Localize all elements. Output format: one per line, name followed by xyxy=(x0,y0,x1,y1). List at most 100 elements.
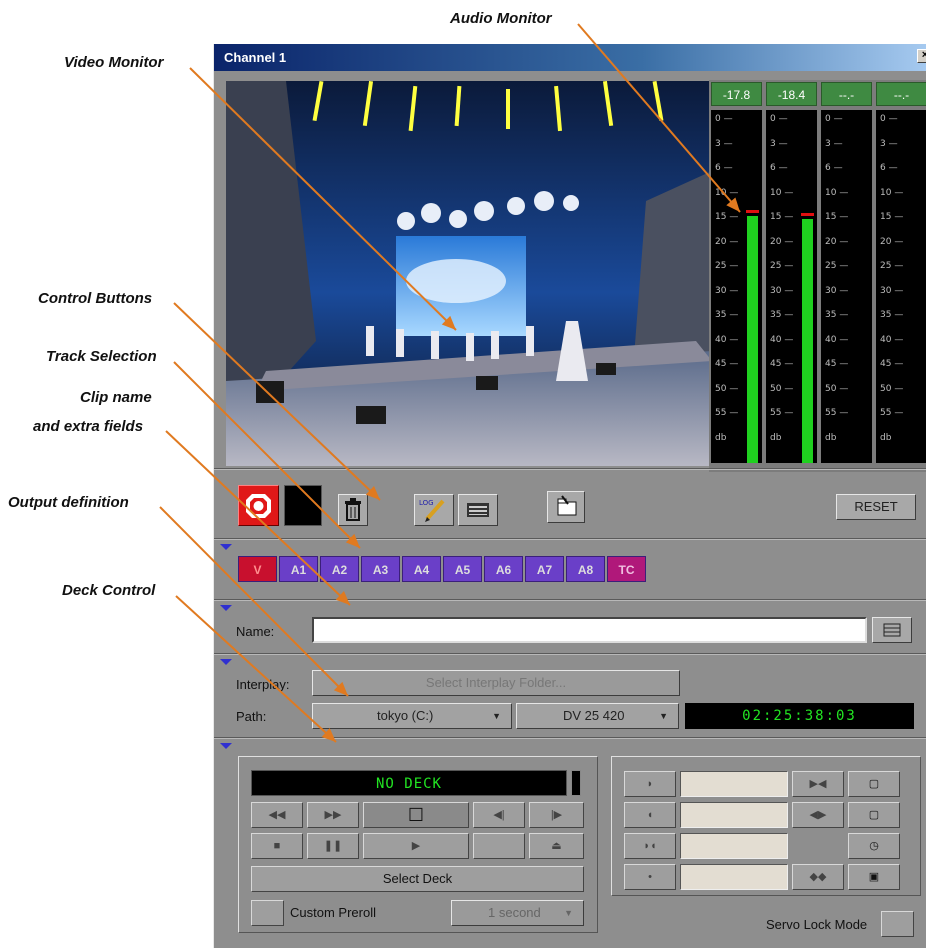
divider xyxy=(214,737,926,739)
meter-tick: 6 — xyxy=(715,163,733,173)
servo-lock-checkbox[interactable] xyxy=(881,911,914,937)
mark-out-timecode-field[interactable] xyxy=(680,802,788,828)
folder-button[interactable] xyxy=(547,491,585,523)
go-to-out-icon[interactable]: ◀▶ xyxy=(792,802,844,828)
mark-clip-timecode-field[interactable] xyxy=(680,833,788,859)
record-button[interactable] xyxy=(238,485,279,526)
close-icon[interactable]: × xyxy=(917,49,926,63)
collapse-deck-icon[interactable] xyxy=(220,743,232,749)
meter-readout-1: -17.8 xyxy=(711,82,762,106)
timecode-display: 02:25:38:03 xyxy=(685,703,914,729)
track-button-a2[interactable]: A2 xyxy=(320,556,359,582)
track-button-a7[interactable]: A7 xyxy=(525,556,564,582)
step-forward-icon[interactable]: |▶ xyxy=(529,802,584,828)
meter-tick: 25 — xyxy=(770,261,794,271)
mark-in-timecode-field[interactable] xyxy=(680,771,788,797)
callout-deck-control: Deck Control xyxy=(62,582,156,599)
stop-jog-icon[interactable]: ☐ xyxy=(363,802,469,828)
mark-in-icon[interactable]: ◗ xyxy=(624,771,676,797)
rewind-icon[interactable]: ◀◀ xyxy=(251,802,303,828)
name-list-button[interactable] xyxy=(872,617,912,643)
meter-tick: db xyxy=(825,432,837,443)
reset-button[interactable]: RESET xyxy=(836,494,916,520)
meter-tick: 25 — xyxy=(880,261,904,271)
track-button-a6[interactable]: A6 xyxy=(484,556,523,582)
meter-tick: 6 — xyxy=(770,163,788,173)
callout-clip-name: Clip name xyxy=(80,389,152,406)
clip-name-input[interactable] xyxy=(312,617,867,643)
callout-output-definition: Output definition xyxy=(8,494,129,511)
divider xyxy=(214,468,926,470)
stop-icon[interactable]: ■ xyxy=(251,833,303,859)
pause-icon[interactable]: ❚❚ xyxy=(307,833,359,859)
collapse-tracks-icon[interactable] xyxy=(220,544,232,550)
meter-tick: 50 — xyxy=(715,383,739,394)
meter-readout-3: --.- xyxy=(821,82,872,106)
log-pencil-icon: LOG xyxy=(419,499,445,522)
deck-status-indicator xyxy=(571,770,581,796)
preroll-dropdown[interactable]: 1 second ▼ xyxy=(451,900,584,926)
mark-out-icon[interactable]: ◖ xyxy=(624,802,676,828)
select-deck-button[interactable]: Select Deck xyxy=(251,866,584,892)
track-button-a4[interactable]: A4 xyxy=(402,556,441,582)
play-icon[interactable]: ▶ xyxy=(363,833,469,859)
drive-value: tokyo (C:) xyxy=(377,708,434,723)
resolution-value: DV 25 420 xyxy=(563,708,625,723)
clear-point-icon[interactable]: ▣ xyxy=(848,864,900,890)
meter-tick: 3 — xyxy=(770,138,788,149)
mark-point-timecode-field[interactable] xyxy=(680,864,788,890)
meter-tick: 30 — xyxy=(880,285,904,296)
meter-tick: 20 — xyxy=(770,236,794,247)
list-icon xyxy=(883,623,901,637)
fast-forward-icon[interactable]: ▶▶ xyxy=(307,802,359,828)
clip-settings-button[interactable] xyxy=(458,494,498,526)
drive-dropdown[interactable]: tokyo (C:) ▼ xyxy=(312,703,512,729)
collapse-output-icon[interactable] xyxy=(220,659,232,665)
divider xyxy=(214,538,926,540)
track-button-a3[interactable]: A3 xyxy=(361,556,400,582)
meter-tick: 30 — xyxy=(770,285,794,296)
meter-tick: 10 — xyxy=(880,187,904,198)
callout-control-buttons: Control Buttons xyxy=(38,290,153,307)
delete-button[interactable] xyxy=(338,494,368,526)
meter-tick: 40 — xyxy=(825,334,849,345)
capture-window: Channel 1 × -17.8 0 — 3 — 6 — 10 — 15 — … xyxy=(213,44,926,948)
meter-tick: 15 — xyxy=(825,212,849,222)
step-back-icon[interactable]: ◀| xyxy=(473,802,525,828)
collapse-name-icon[interactable] xyxy=(220,605,232,611)
track-button-a5[interactable]: A5 xyxy=(443,556,482,582)
custom-preroll-label: Custom Preroll xyxy=(290,905,376,920)
divider xyxy=(214,653,926,655)
meter-tick: 25 — xyxy=(715,261,739,271)
resolution-dropdown[interactable]: DV 25 420 ▼ xyxy=(516,703,679,729)
go-to-point-icon[interactable]: ◆◆ xyxy=(792,864,844,890)
meter-tick: db xyxy=(715,432,727,443)
source-preview xyxy=(284,485,322,526)
meter-tick: 10 — xyxy=(770,187,794,198)
audio-monitor: -17.8 0 — 3 — 6 — 10 — 15 — 20 — 25 — 30 — 35 — 40… xyxy=(709,80,926,472)
track-button-a8[interactable]: A8 xyxy=(566,556,605,582)
eject-icon[interactable]: ⏏ xyxy=(529,833,584,859)
track-button-tc[interactable]: TC xyxy=(607,556,646,582)
meter-tick: 0 — xyxy=(825,114,843,124)
blank-button-icon[interactable] xyxy=(473,833,525,859)
meter-tick: 55 — xyxy=(880,408,904,418)
chevron-down-icon: ▼ xyxy=(492,711,501,721)
window-titlebar: Channel 1 × xyxy=(214,44,926,71)
select-interplay-folder-button[interactable]: Select Interplay Folder... xyxy=(312,670,680,696)
go-to-in-icon[interactable]: ▶◀ xyxy=(792,771,844,797)
log-button[interactable]: LOG xyxy=(414,494,454,526)
meter-tick: 3 — xyxy=(825,138,843,149)
meter-tick: 55 — xyxy=(825,408,849,418)
custom-preroll-checkbox[interactable] xyxy=(251,900,284,926)
clear-in-icon[interactable]: ▢ xyxy=(848,771,900,797)
duration-icon[interactable]: ◷ xyxy=(848,833,900,859)
folder-icon xyxy=(557,495,577,516)
mark-clip-icon[interactable]: ◗◖ xyxy=(624,833,676,859)
track-button-a1[interactable]: A1 xyxy=(279,556,318,582)
track-button-v[interactable]: V xyxy=(238,556,277,582)
meter-tick: 3 — xyxy=(880,138,898,149)
meter-level-bar xyxy=(747,216,758,463)
mark-point-icon[interactable]: • xyxy=(624,864,676,890)
clear-out-icon[interactable]: ▢ xyxy=(848,802,900,828)
